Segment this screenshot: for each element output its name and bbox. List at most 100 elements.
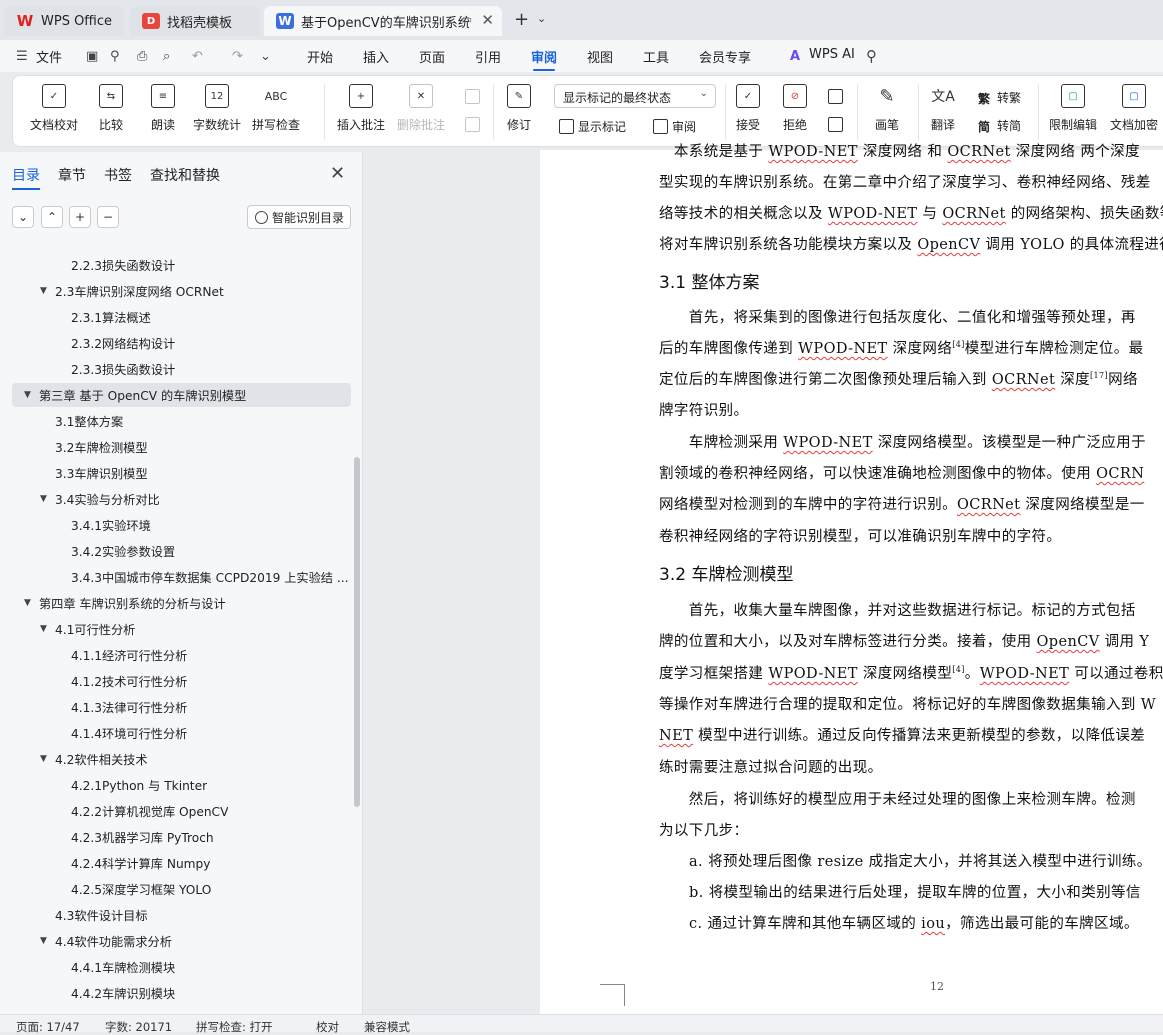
toc-item[interactable]: 3.1整体方案 bbox=[0, 409, 123, 433]
toc-item[interactable]: 4.3软件设计目标 bbox=[0, 903, 148, 927]
smart-toc-button[interactable]: 智能识别目录 bbox=[247, 205, 351, 229]
toc-item[interactable]: ▼ 4.1可行性分析 bbox=[0, 617, 135, 641]
prev-change-icon[interactable] bbox=[828, 89, 843, 104]
save-icon[interactable]: ▣ bbox=[86, 49, 98, 64]
translate-button[interactable]: 文A 翻译 bbox=[931, 84, 955, 133]
collapse-up-button[interactable]: ⌃ bbox=[41, 206, 63, 228]
toc-item[interactable]: ▼ 4.4软件功能需求分析 bbox=[0, 929, 172, 953]
toc-item[interactable]: 3.2车牌检测模型 bbox=[0, 435, 148, 459]
tab-toc[interactable]: 目录 bbox=[12, 165, 40, 190]
toc-item[interactable]: 4.2.3机器学习库 PyTroch bbox=[0, 825, 214, 849]
toc-item[interactable]: 2.3.3损失函数设计 bbox=[0, 357, 175, 381]
share-icon[interactable]: ⚲ bbox=[110, 49, 120, 64]
tab-bookmarks[interactable]: 书签 bbox=[104, 165, 132, 185]
quick-access-chevron-icon[interactable]: ⌄ bbox=[260, 49, 271, 64]
toc-item[interactable]: 3.4.1实验环境 bbox=[0, 513, 151, 537]
toc-item[interactable]: 3.3车牌识别模型 bbox=[0, 461, 148, 485]
menu-file[interactable]: 文件 bbox=[36, 47, 62, 66]
toc-item[interactable]: 4.1.4环境可行性分析 bbox=[0, 721, 187, 745]
to-simplified-button[interactable]: 简转简 bbox=[978, 117, 1021, 134]
toc-item[interactable]: 4.2.4科学计算库 Numpy bbox=[0, 851, 210, 875]
show-markup-button[interactable]: 显示标记 bbox=[559, 118, 626, 135]
spell-check-button[interactable]: ABC 拼写检查 bbox=[252, 84, 300, 133]
tab-chapters[interactable]: 章节 bbox=[58, 165, 86, 185]
next-comment-icon[interactable] bbox=[465, 117, 480, 132]
word-count-indicator[interactable]: 字数: 20171 bbox=[105, 1019, 172, 1035]
pen-button[interactable]: ✎ 画笔 bbox=[875, 84, 899, 133]
toc-item[interactable]: 4.1.3法律可行性分析 bbox=[0, 695, 187, 719]
toc-item[interactable]: ▼ 3.4实验与分析对比 bbox=[0, 487, 160, 511]
caret-down-icon[interactable]: ▼ bbox=[40, 754, 54, 764]
accept-button[interactable]: ✓ 接受 bbox=[736, 84, 760, 133]
menu-member[interactable]: 会员专享 bbox=[699, 47, 751, 66]
close-pane-icon[interactable]: ✕ bbox=[330, 163, 345, 184]
tab-document[interactable]: W 基于OpenCV的车牌识别系统 ▭ ✕ bbox=[264, 6, 502, 36]
delete-comment-button[interactable]: ✕ 删除批注 bbox=[397, 84, 445, 133]
close-tab-icon[interactable]: ✕ bbox=[481, 11, 494, 29]
menu-page[interactable]: 页面 bbox=[419, 47, 445, 66]
page-indicator[interactable]: 页面: 17/47 bbox=[16, 1019, 80, 1035]
read-aloud-button[interactable]: ≡ 朗读 bbox=[151, 84, 175, 133]
menu-references[interactable]: 引用 bbox=[475, 47, 501, 66]
tab-list-chevron-icon[interactable]: ⌄ bbox=[537, 12, 546, 25]
tab-find-replace[interactable]: 查找和替换 bbox=[150, 165, 220, 185]
markup-state-dropdown[interactable]: 显示标记的最终状态 ⌄ bbox=[554, 84, 716, 108]
to-traditional-button[interactable]: 繁转繁 bbox=[978, 89, 1021, 106]
toc-item[interactable]: 4.1.2技术可行性分析 bbox=[0, 669, 187, 693]
caret-down-icon[interactable]: ▼ bbox=[40, 936, 54, 946]
new-tab-plus-icon[interactable]: + bbox=[514, 9, 529, 30]
caret-down-icon[interactable]: ▼ bbox=[24, 390, 38, 400]
compare-button[interactable]: ⇆ 比较 bbox=[99, 84, 123, 133]
caret-down-icon[interactable]: ▼ bbox=[24, 598, 38, 608]
print-icon[interactable]: ⎙ bbox=[137, 49, 147, 64]
doc-check-button[interactable]: ✓ 文档校对 bbox=[30, 84, 78, 133]
wps-ai-icon[interactable]: A bbox=[790, 49, 800, 64]
tab-templates[interactable]: D 找稻壳模板 bbox=[130, 6, 260, 36]
print-preview-icon[interactable]: ⌕ bbox=[163, 49, 170, 64]
prev-comment-icon[interactable] bbox=[465, 89, 480, 104]
toc-item[interactable]: ▼ 第三章 基于 OpenCV 的车牌识别模型 bbox=[12, 383, 351, 407]
toc-item[interactable]: 4.4.1车牌检测模块 bbox=[0, 955, 175, 979]
toc-item[interactable]: 4.2.2计算机视觉库 OpenCV bbox=[0, 799, 228, 823]
scrollbar[interactable] bbox=[354, 457, 360, 807]
caret-down-icon[interactable]: ▼ bbox=[40, 624, 54, 634]
caret-down-icon[interactable]: ▼ bbox=[40, 494, 54, 504]
toc-item[interactable]: 2.3.1算法概述 bbox=[0, 305, 151, 329]
toc-item[interactable]: 4.4.2车牌识别模块 bbox=[0, 981, 175, 1005]
toc-item[interactable]: 3.4.2实验参数设置 bbox=[0, 539, 175, 563]
toc-item[interactable]: ▼ 第四章 车牌识别系统的分析与设计 bbox=[0, 591, 226, 615]
restrict-edit-button[interactable]: ▢ 限制编辑 bbox=[1049, 84, 1097, 133]
toc-item[interactable]: 4.1.1经济可行性分析 bbox=[0, 643, 187, 667]
menu-review[interactable]: 审阅 bbox=[531, 47, 557, 71]
review-pane-button[interactable]: 审阅 bbox=[653, 118, 696, 135]
add-heading-button[interactable]: + bbox=[69, 206, 91, 228]
insert-comment-button[interactable]: + 插入批注 bbox=[337, 84, 385, 133]
undo-icon[interactable]: ↶ bbox=[192, 49, 203, 64]
doc-encrypt-button[interactable]: ▢ 文档加密 bbox=[1110, 84, 1158, 133]
menu-view[interactable]: 视图 bbox=[587, 47, 613, 66]
menu-home[interactable]: 开始 bbox=[307, 47, 333, 66]
toc-item[interactable]: 3.4.3中国城市停车数据集 CCPD2019 上实验结 ... bbox=[0, 565, 348, 589]
monitor-icon[interactable]: ▭ bbox=[462, 13, 472, 26]
toc-item[interactable]: 2.2.3损失函数设计 bbox=[0, 253, 175, 277]
remove-heading-button[interactable]: − bbox=[97, 206, 119, 228]
collapse-down-button[interactable]: ⌄ bbox=[12, 206, 34, 228]
menu-wps-ai[interactable]: WPS AI bbox=[809, 47, 855, 62]
toc-item[interactable]: ▼ 4.2软件相关技术 bbox=[0, 747, 148, 771]
toc-item[interactable]: 2.3.2网络结构设计 bbox=[0, 331, 175, 355]
document-page[interactable]: 本系统是基于 WPOD-NET 深度网络 和 OCRNet 深度网络 两个深度 … bbox=[540, 144, 1163, 1017]
proofread-indicator[interactable]: 校对 bbox=[316, 1019, 339, 1035]
redo-icon[interactable]: ↷ bbox=[232, 49, 243, 64]
caret-down-icon[interactable]: ▼ bbox=[40, 286, 54, 296]
toc-item[interactable]: 4.2.1Python 与 Tkinter bbox=[0, 773, 207, 797]
word-count-button[interactable]: 12 字数统计 bbox=[193, 84, 241, 133]
tab-wps-office[interactable]: W WPS Office bbox=[4, 6, 124, 36]
next-change-icon[interactable] bbox=[828, 117, 843, 132]
spell-check-indicator[interactable]: 拼写检查: 打开 bbox=[196, 1019, 273, 1035]
menu-tools[interactable]: 工具 bbox=[643, 47, 669, 66]
reject-button[interactable]: ⊘ 拒绝 bbox=[783, 84, 807, 133]
revise-button[interactable]: ✎ 修订 bbox=[507, 84, 531, 133]
search-icon[interactable]: ⚲ bbox=[866, 47, 877, 65]
toc-item[interactable]: ▼ 2.3车牌识别深度网络 OCRNet bbox=[0, 279, 224, 303]
toc-item[interactable]: 4.2.5深度学习框架 YOLO bbox=[0, 877, 211, 901]
